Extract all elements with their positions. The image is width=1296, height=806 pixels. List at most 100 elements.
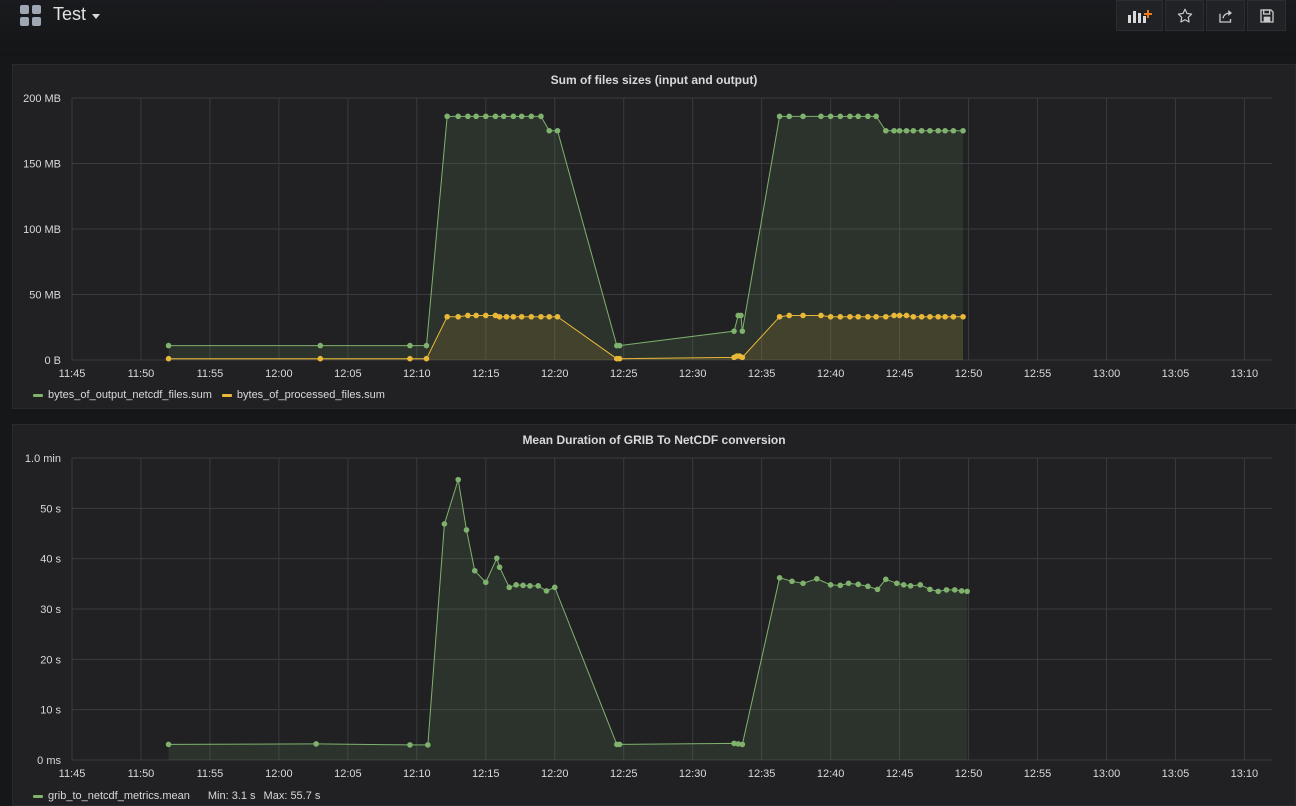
data-point[interactable] <box>551 584 558 591</box>
data-point[interactable] <box>958 588 965 594</box>
data-point[interactable] <box>407 355 413 362</box>
data-point[interactable] <box>538 113 544 120</box>
data-point[interactable] <box>873 313 879 320</box>
data-point[interactable] <box>165 342 172 349</box>
data-point[interactable] <box>927 586 933 593</box>
data-point[interactable] <box>837 313 844 320</box>
data-point[interactable] <box>503 313 510 320</box>
data-point[interactable] <box>837 113 844 120</box>
data-point[interactable] <box>510 313 517 320</box>
dashboard-title-dropdown[interactable]: Test <box>53 4 101 25</box>
data-point[interactable] <box>500 113 507 120</box>
data-point[interactable] <box>165 741 172 748</box>
data-point[interactable] <box>896 312 903 319</box>
data-point[interactable] <box>800 113 806 120</box>
data-point[interactable] <box>918 127 925 134</box>
data-point[interactable] <box>865 313 871 320</box>
legend-item-mean[interactable]: grib_to_netcdf_metrics.mean <box>33 790 190 802</box>
data-point[interactable] <box>837 582 844 589</box>
data-point[interactable] <box>800 312 806 319</box>
data-point[interactable] <box>407 742 413 748</box>
data-point[interactable] <box>455 113 462 120</box>
data-point[interactable] <box>535 583 542 589</box>
data-point[interactable] <box>165 355 172 362</box>
data-point[interactable] <box>528 313 535 320</box>
data-point[interactable] <box>546 313 553 320</box>
data-point[interactable] <box>800 580 806 587</box>
data-point[interactable] <box>896 127 903 134</box>
data-point[interactable] <box>739 328 746 334</box>
data-point[interactable] <box>918 313 925 320</box>
data-point[interactable] <box>907 583 914 589</box>
data-point[interactable] <box>739 741 746 748</box>
data-point[interactable] <box>739 354 746 361</box>
data-point[interactable] <box>425 742 431 748</box>
data-point[interactable] <box>874 586 881 593</box>
data-point[interactable] <box>942 313 948 320</box>
data-point[interactable] <box>473 113 479 120</box>
data-point[interactable] <box>865 583 871 590</box>
data-point[interactable] <box>471 567 478 574</box>
data-point[interactable] <box>616 355 623 362</box>
data-point[interactable] <box>496 564 503 571</box>
data-point[interactable] <box>894 580 900 587</box>
data-point[interactable] <box>776 113 783 120</box>
data-point[interactable] <box>538 313 544 320</box>
data-point[interactable] <box>731 328 737 334</box>
data-point[interactable] <box>855 581 862 588</box>
data-point[interactable] <box>935 313 942 320</box>
data-point[interactable] <box>903 127 910 134</box>
data-point[interactable] <box>465 312 471 319</box>
data-point[interactable] <box>543 588 550 594</box>
data-point[interactable] <box>520 582 526 589</box>
data-point[interactable] <box>616 741 623 748</box>
data-point[interactable] <box>891 127 897 134</box>
data-point[interactable] <box>317 342 324 349</box>
data-point[interactable] <box>527 583 533 589</box>
data-point[interactable] <box>407 342 413 349</box>
data-point[interactable] <box>935 127 942 134</box>
data-point[interactable] <box>482 312 489 319</box>
data-point[interactable] <box>873 113 879 120</box>
data-point[interactable] <box>776 313 783 320</box>
data-point[interactable] <box>444 313 450 320</box>
legend-item-processed[interactable]: bytes_of_processed_files.sum <box>221 389 385 401</box>
data-point[interactable] <box>943 587 950 593</box>
data-point[interactable] <box>423 342 430 349</box>
data-point[interactable] <box>441 521 448 527</box>
data-point[interactable] <box>465 113 471 120</box>
data-point[interactable] <box>882 576 889 583</box>
dashboard-grid-icon[interactable] <box>20 5 42 27</box>
data-point[interactable] <box>317 355 324 362</box>
data-point[interactable] <box>827 313 834 320</box>
data-point[interactable] <box>786 113 793 120</box>
data-point[interactable] <box>950 313 957 320</box>
data-point[interactable] <box>494 555 500 561</box>
data-point[interactable] <box>554 313 561 320</box>
data-point[interactable] <box>776 574 783 581</box>
data-point[interactable] <box>482 579 489 586</box>
data-point[interactable] <box>847 113 853 120</box>
data-point[interactable] <box>960 313 966 320</box>
data-point[interactable] <box>903 312 910 319</box>
data-point[interactable] <box>455 476 462 483</box>
data-point[interactable] <box>423 355 430 362</box>
data-point[interactable] <box>882 127 889 134</box>
data-point[interactable] <box>786 312 793 319</box>
data-point[interactable] <box>518 313 525 320</box>
data-point[interactable] <box>900 582 907 588</box>
data-point[interactable] <box>492 113 499 120</box>
data-point[interactable] <box>455 313 462 320</box>
data-point[interactable] <box>546 127 553 134</box>
data-point[interactable] <box>818 312 824 319</box>
data-point[interactable] <box>313 741 319 747</box>
data-point[interactable] <box>444 113 450 120</box>
data-point[interactable] <box>882 313 889 320</box>
data-point[interactable] <box>960 127 966 134</box>
share-button[interactable] <box>1206 0 1245 31</box>
data-point[interactable] <box>950 127 957 134</box>
data-point[interactable] <box>554 127 561 134</box>
data-point[interactable] <box>910 313 917 320</box>
data-point[interactable] <box>942 127 948 134</box>
data-point[interactable] <box>855 313 862 320</box>
